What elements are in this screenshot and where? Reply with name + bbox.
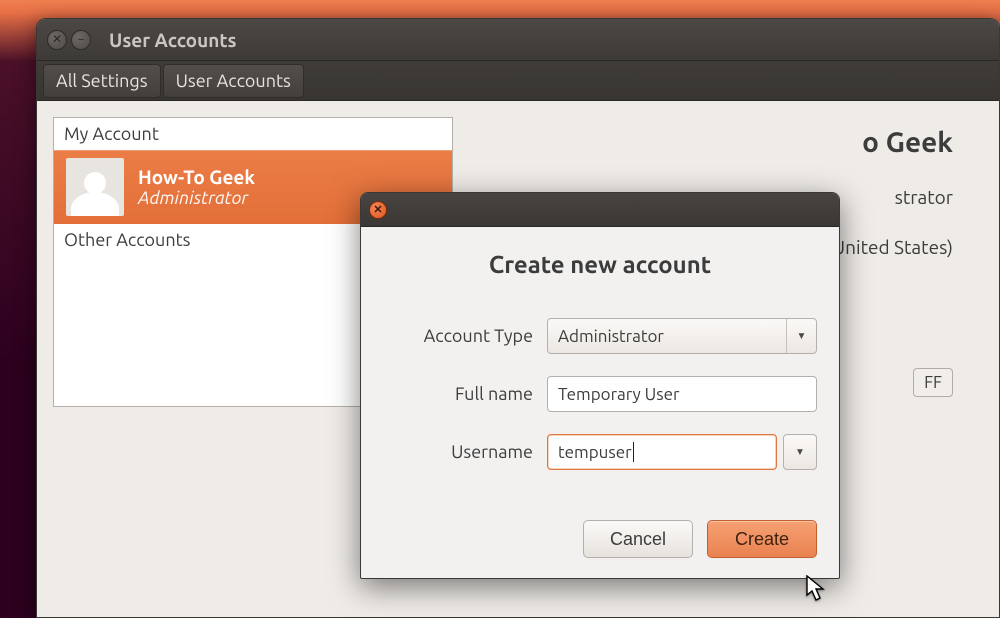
chevron-down-icon[interactable]: ▼ — [786, 319, 816, 353]
account-type-select[interactable]: Administrator ▼ — [547, 318, 817, 354]
username-suggestions-dropdown[interactable]: ▼ — [783, 434, 817, 470]
avatar-icon — [66, 158, 124, 216]
username-value: tempuser — [558, 443, 632, 462]
close-icon[interactable]: ✕ — [369, 201, 387, 219]
toolbar: All Settings User Accounts — [37, 61, 999, 101]
username-input[interactable]: tempuser — [547, 434, 777, 470]
cancel-button[interactable]: Cancel — [583, 520, 693, 558]
account-type-label: Account Type — [383, 326, 533, 346]
create-button[interactable]: Create — [707, 520, 817, 558]
text-caret — [633, 442, 634, 462]
username-label: Username — [383, 442, 533, 462]
detail-locale-fragment: (United States) — [826, 236, 953, 258]
full-name-value: Temporary User — [558, 385, 679, 404]
detail-user-name-fragment: o Geek — [483, 127, 953, 158]
all-settings-button[interactable]: All Settings — [43, 64, 161, 98]
window-titlebar[interactable]: ✕ − User Accounts — [37, 19, 999, 61]
full-name-label: Full name — [383, 384, 533, 404]
account-type-value: Administrator — [548, 327, 786, 346]
my-account-header: My Account — [54, 118, 452, 150]
breadcrumb-user-accounts[interactable]: User Accounts — [163, 64, 304, 98]
detail-role-fragment: strator — [895, 186, 953, 208]
window-title: User Accounts — [109, 29, 236, 51]
sidebar-user-role: Administrator — [138, 188, 255, 208]
full-name-input[interactable]: Temporary User — [547, 376, 817, 412]
create-account-dialog: ✕ Create new account Account Type Admini… — [360, 192, 840, 579]
dialog-titlebar[interactable]: ✕ — [361, 193, 839, 227]
minimize-window-icon[interactable]: − — [71, 30, 91, 50]
sidebar-user-name: How-To Geek — [138, 166, 255, 188]
close-window-icon[interactable]: ✕ — [47, 30, 67, 50]
dialog-heading: Create new account — [383, 251, 817, 278]
autologin-toggle-fragment[interactable]: FF — [913, 368, 953, 397]
